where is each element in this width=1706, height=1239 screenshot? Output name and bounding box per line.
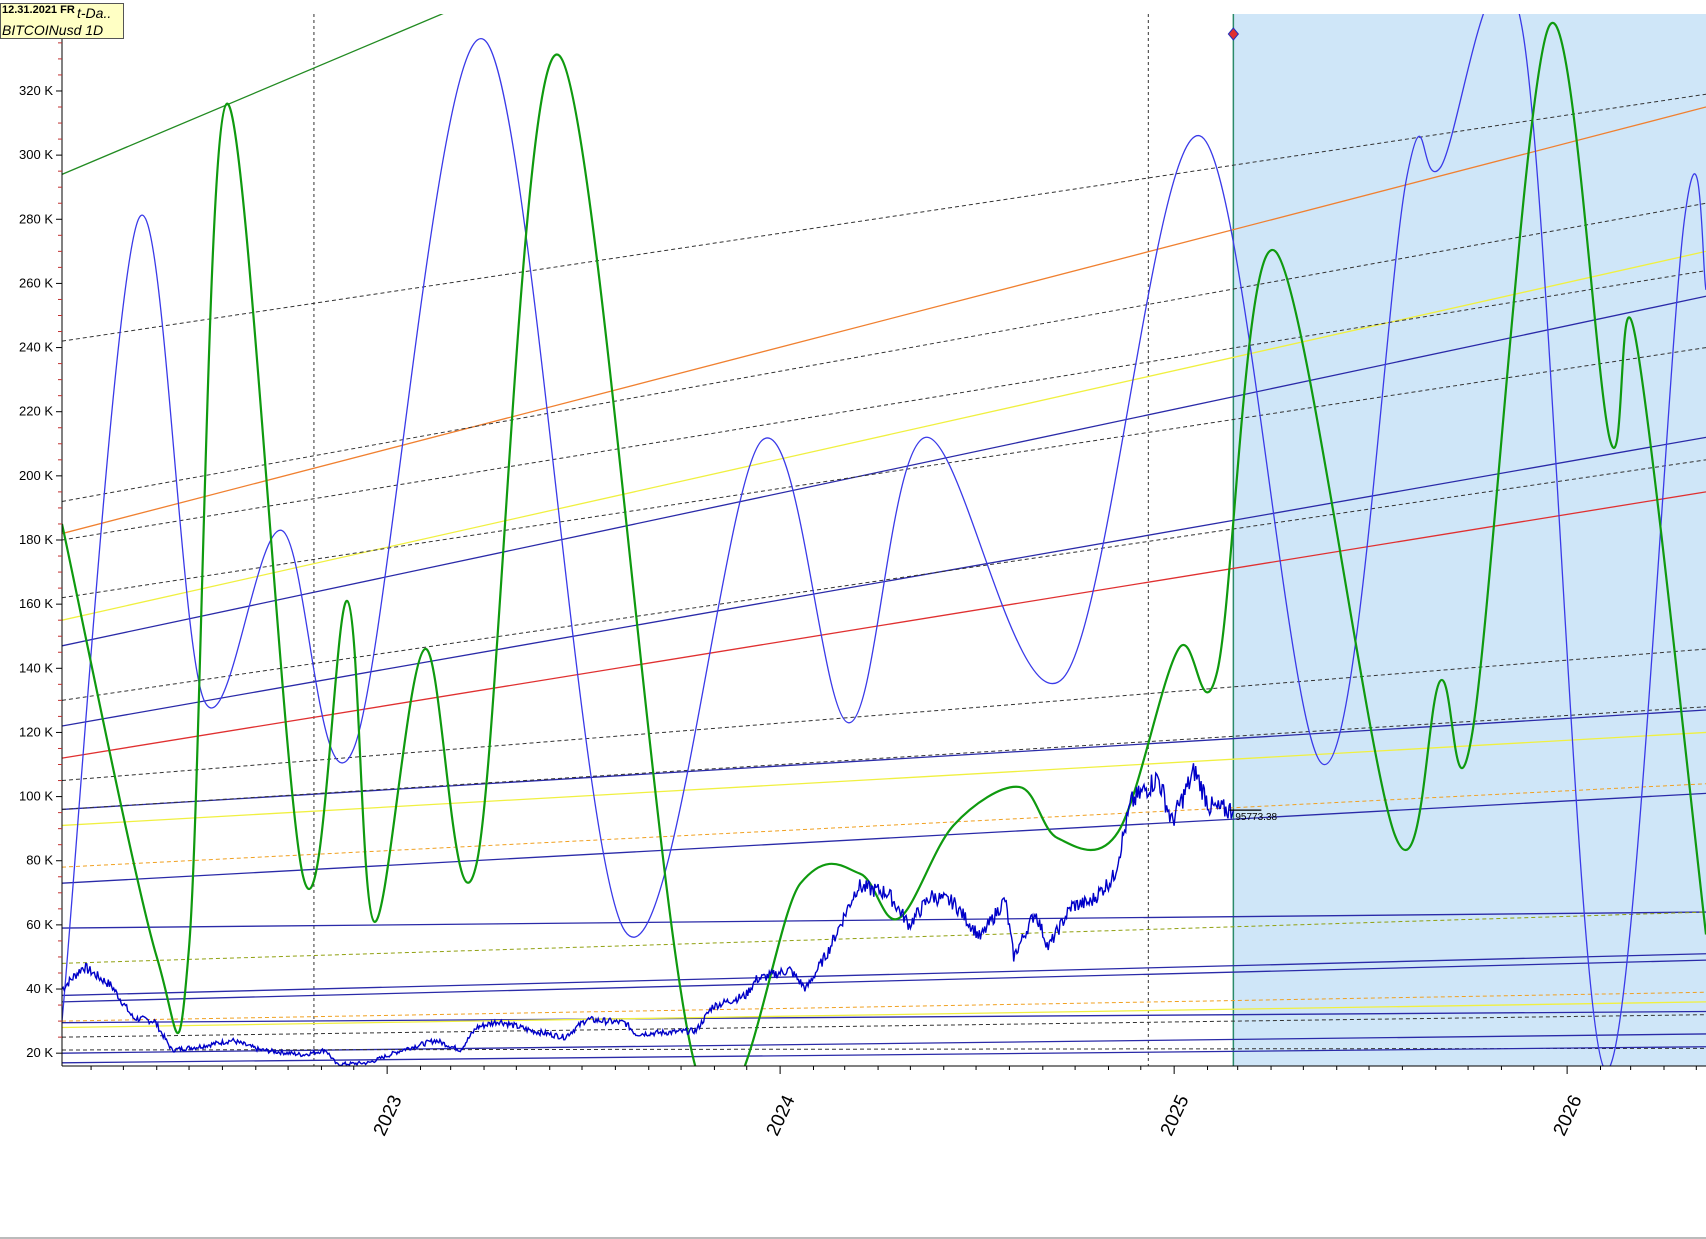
y-tick-label: 180 K: [19, 532, 53, 547]
y-tick-label: 300 K: [19, 147, 53, 162]
y-tick-label: 80 K: [26, 853, 53, 868]
chart-frame: 95773.38 20 K 40 K 60 K 80 K 100 K 120 K 140 K 1…: [0, 0, 1706, 1239]
y-tick-label: 240 K: [19, 340, 53, 355]
y-tick-label: 160 K: [19, 596, 53, 611]
x-tick-label: 2024: [763, 1092, 800, 1140]
price-line: [62, 763, 1235, 1066]
info-date: 12.31.2021 FR: [2, 4, 75, 16]
y-tick-label: 280 K: [19, 211, 53, 226]
info-suffix: t-Da..: [77, 5, 112, 21]
x-tick-label: 2023: [370, 1092, 407, 1139]
forecast-zone: [1233, 14, 1706, 1066]
y-tick-label: 260 K: [19, 275, 53, 290]
x-tick-label: 2026: [1550, 1092, 1587, 1139]
y-tick-label: 320 K: [19, 83, 53, 98]
y-tick-label: 40 K: [26, 981, 53, 996]
y-tick-label: 220 K: [19, 404, 53, 419]
y-tick-label: 200 K: [19, 468, 53, 483]
x-tick-label: 2025: [1157, 1092, 1194, 1139]
y-tick-label: 120 K: [19, 724, 53, 739]
y-tick-label: 140 K: [19, 660, 53, 675]
info-symbol: BITCOINusd 1D: [2, 22, 104, 38]
chart-svg[interactable]: 95773.38 20 K 40 K 60 K 80 K 100 K 120 K 140 K 1…: [0, 0, 1706, 1239]
y-tick-label: 20 K: [26, 1045, 53, 1060]
symbol-info-box[interactable]: 12.31.2021 FR t-Da.. BITCOINusd 1D: [0, 3, 124, 39]
y-tick-label: 100 K: [19, 789, 53, 804]
last-price-label: 95773.38: [1235, 812, 1277, 823]
y-tick-label: 60 K: [26, 917, 53, 932]
